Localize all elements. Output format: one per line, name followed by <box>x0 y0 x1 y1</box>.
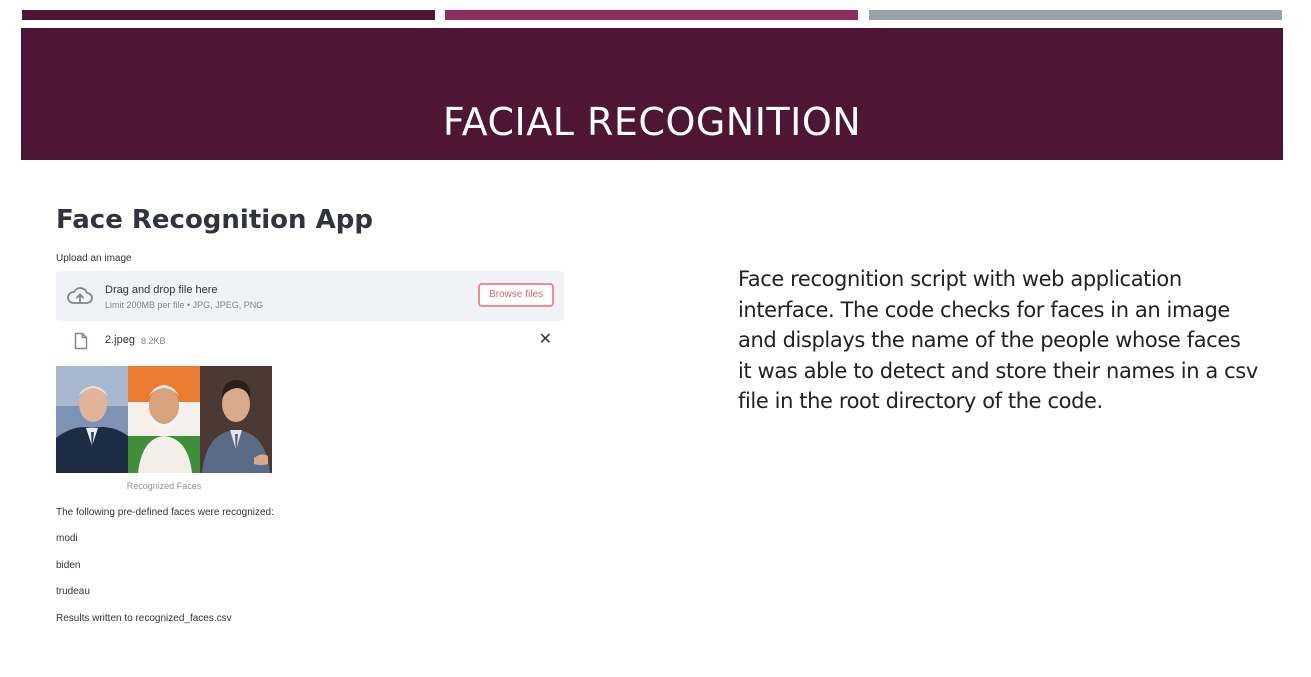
recognized-name-modi: modi <box>56 533 78 544</box>
app-title: Face Recognition App <box>56 205 373 235</box>
result-footer: Results written to recognized_faces.csv <box>56 613 232 624</box>
cloud-upload-icon <box>67 287 93 304</box>
title-band: FACIAL RECOGNITION <box>21 28 1283 160</box>
uploaded-file-name: 2.jpeg <box>105 334 135 346</box>
uploaded-file-row: 2.jpeg 8.2KB ✕ <box>56 329 564 353</box>
upload-label: Upload an image <box>56 253 132 264</box>
image-caption: Recognized Faces <box>126 481 202 491</box>
result-heading: The following pre-defined faces were rec… <box>56 507 274 518</box>
dropzone-limits: Limit 200MB per file • JPG, JPEG, PNG <box>105 300 264 310</box>
recognized-faces-image <box>56 366 272 473</box>
recognized-name-trudeau: trudeau <box>56 586 90 597</box>
browse-files-button[interactable]: Browse files <box>478 283 554 307</box>
file-dropzone[interactable]: Drag and drop file here Limit 200MB per … <box>56 271 564 321</box>
accent-bar-3 <box>869 10 1282 20</box>
accent-bar-1 <box>22 10 435 20</box>
uploaded-file-size: 8.2KB <box>141 336 166 346</box>
dropzone-instruction: Drag and drop file here <box>105 284 218 296</box>
accent-bar-2 <box>445 10 858 20</box>
recognized-name-biden: biden <box>56 560 81 571</box>
slide-title: FACIAL RECOGNITION <box>442 100 862 144</box>
slide-description: Face recognition script with web applica… <box>738 267 1258 413</box>
close-icon[interactable]: ✕ <box>539 331 552 349</box>
file-icon <box>74 332 88 350</box>
